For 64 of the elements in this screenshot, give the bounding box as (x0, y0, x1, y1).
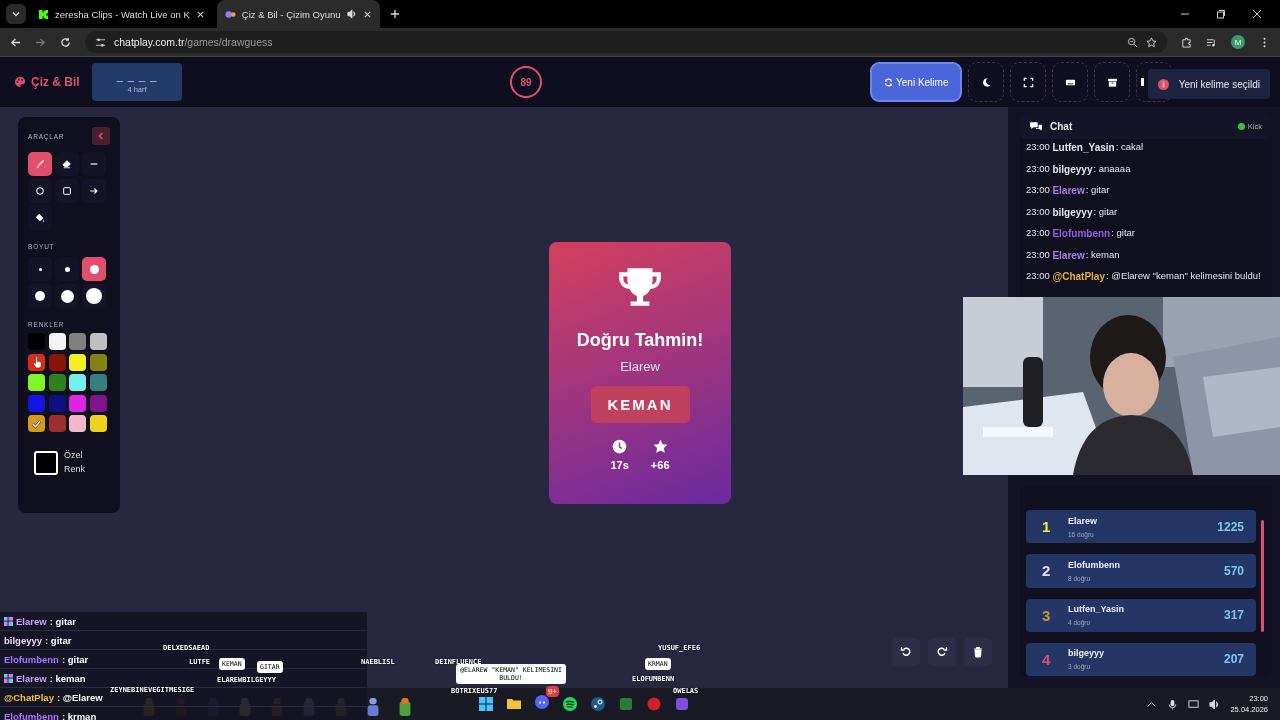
message-time: 23:00 (1026, 141, 1050, 154)
message-text: : gitar (1111, 227, 1135, 238)
timer-badge: 89 (510, 66, 542, 98)
message-text: : @Elarew "keman" kelimesini buldu! (1105, 270, 1261, 281)
overlay-message-text: : @Elarew (56, 691, 103, 703)
message-text: : gitar (1093, 205, 1118, 217)
chat-username: @ChatPlay (1052, 270, 1105, 284)
overlay-username: @ChatPlay (4, 691, 54, 703)
player-name: bilgeyyy (1068, 648, 1106, 659)
overlay-message-text: : gitar (61, 653, 89, 665)
winner-name: Elarew (620, 359, 660, 374)
url-text: chatplay.com.tr/games/drawguess (114, 36, 273, 48)
rank-number: 4 (1042, 650, 1052, 668)
message-text: : gitar (1085, 184, 1110, 195)
new-word-button[interactable]: Yeni Kelime (870, 62, 963, 102)
result-title: Doğru Tahmin! (576, 330, 704, 351)
tab-title: zeresha Clips - Watch Live on K (55, 8, 190, 20)
app-title: Çiz & Bil (31, 75, 80, 89)
chat-username: bilgeyyy (1052, 162, 1093, 176)
player-score: 207 (1223, 652, 1244, 667)
toast-message: Yeni kelime seçildi (1178, 78, 1260, 90)
overlay-username: Elofumbenn (4, 653, 59, 665)
message-time: 23:00 (1026, 162, 1050, 176)
overlay-message-text: : gitar (45, 634, 72, 646)
overlay-username: Elofumbenn (4, 710, 59, 720)
chat-username: Lutfen_Yasin (1052, 141, 1115, 155)
overlay-username: Elarew (16, 672, 47, 684)
rank-number: 1 (1042, 518, 1052, 536)
message-time: 23:00 (1026, 205, 1050, 219)
message-time: 23:00 (1026, 184, 1050, 197)
browser-tab[interactable]: zeresha Clips - Watch Live on K (30, 0, 213, 28)
tab-title: Çiz & Bil - Çizim Oyunu (241, 8, 341, 20)
guess-time: 17s (610, 459, 629, 471)
message-time: 23:00 (1026, 270, 1050, 283)
rank-number: 2 (1042, 562, 1052, 580)
word-blanks: _ _ _ _ (116, 70, 158, 82)
player-score: 570 (1223, 563, 1244, 578)
player-name: Elofumbenn (1068, 559, 1121, 570)
overlay-username: Elarew (16, 615, 47, 627)
address-field[interactable]: chatplay.com.tr/games/drawguess (85, 31, 1167, 53)
overlay-message-text: : keman (49, 672, 86, 684)
chat-username: Elofumbenn (1052, 227, 1111, 241)
chat-username: bilgeyyy (1052, 205, 1093, 219)
message-time: 23:00 (1026, 248, 1050, 262)
overlay-message-text: : krman (61, 710, 97, 720)
player-score: 317 (1223, 608, 1244, 623)
browser-tab[interactable]: Çiz & Bil - Çizim Oyunu (216, 0, 380, 28)
player-name: Lutfen_Yasin (1068, 604, 1125, 615)
message-text: : cakal (1115, 141, 1144, 152)
player-name: Elarew (1068, 515, 1099, 526)
overlay-username: bilgeyyy (4, 634, 43, 646)
answer-word: KEMAN (590, 386, 690, 423)
notification-badge: 9+ (545, 686, 559, 697)
chat-title: Chat (1050, 120, 1073, 132)
rank-number: 3 (1042, 606, 1052, 624)
overlay-message-text: : gitar (49, 615, 77, 627)
message-text: : keman (1085, 248, 1120, 260)
chat-username: Elarew (1052, 248, 1085, 262)
custom-color-label: Özel Renk (64, 449, 86, 476)
message-time: 23:00 (1026, 227, 1050, 240)
chat-username: Elarew (1052, 184, 1085, 198)
message-text: : anaaaa (1093, 162, 1131, 174)
points-earned: +66 (650, 459, 670, 471)
player-score: 1225 (1217, 519, 1244, 534)
